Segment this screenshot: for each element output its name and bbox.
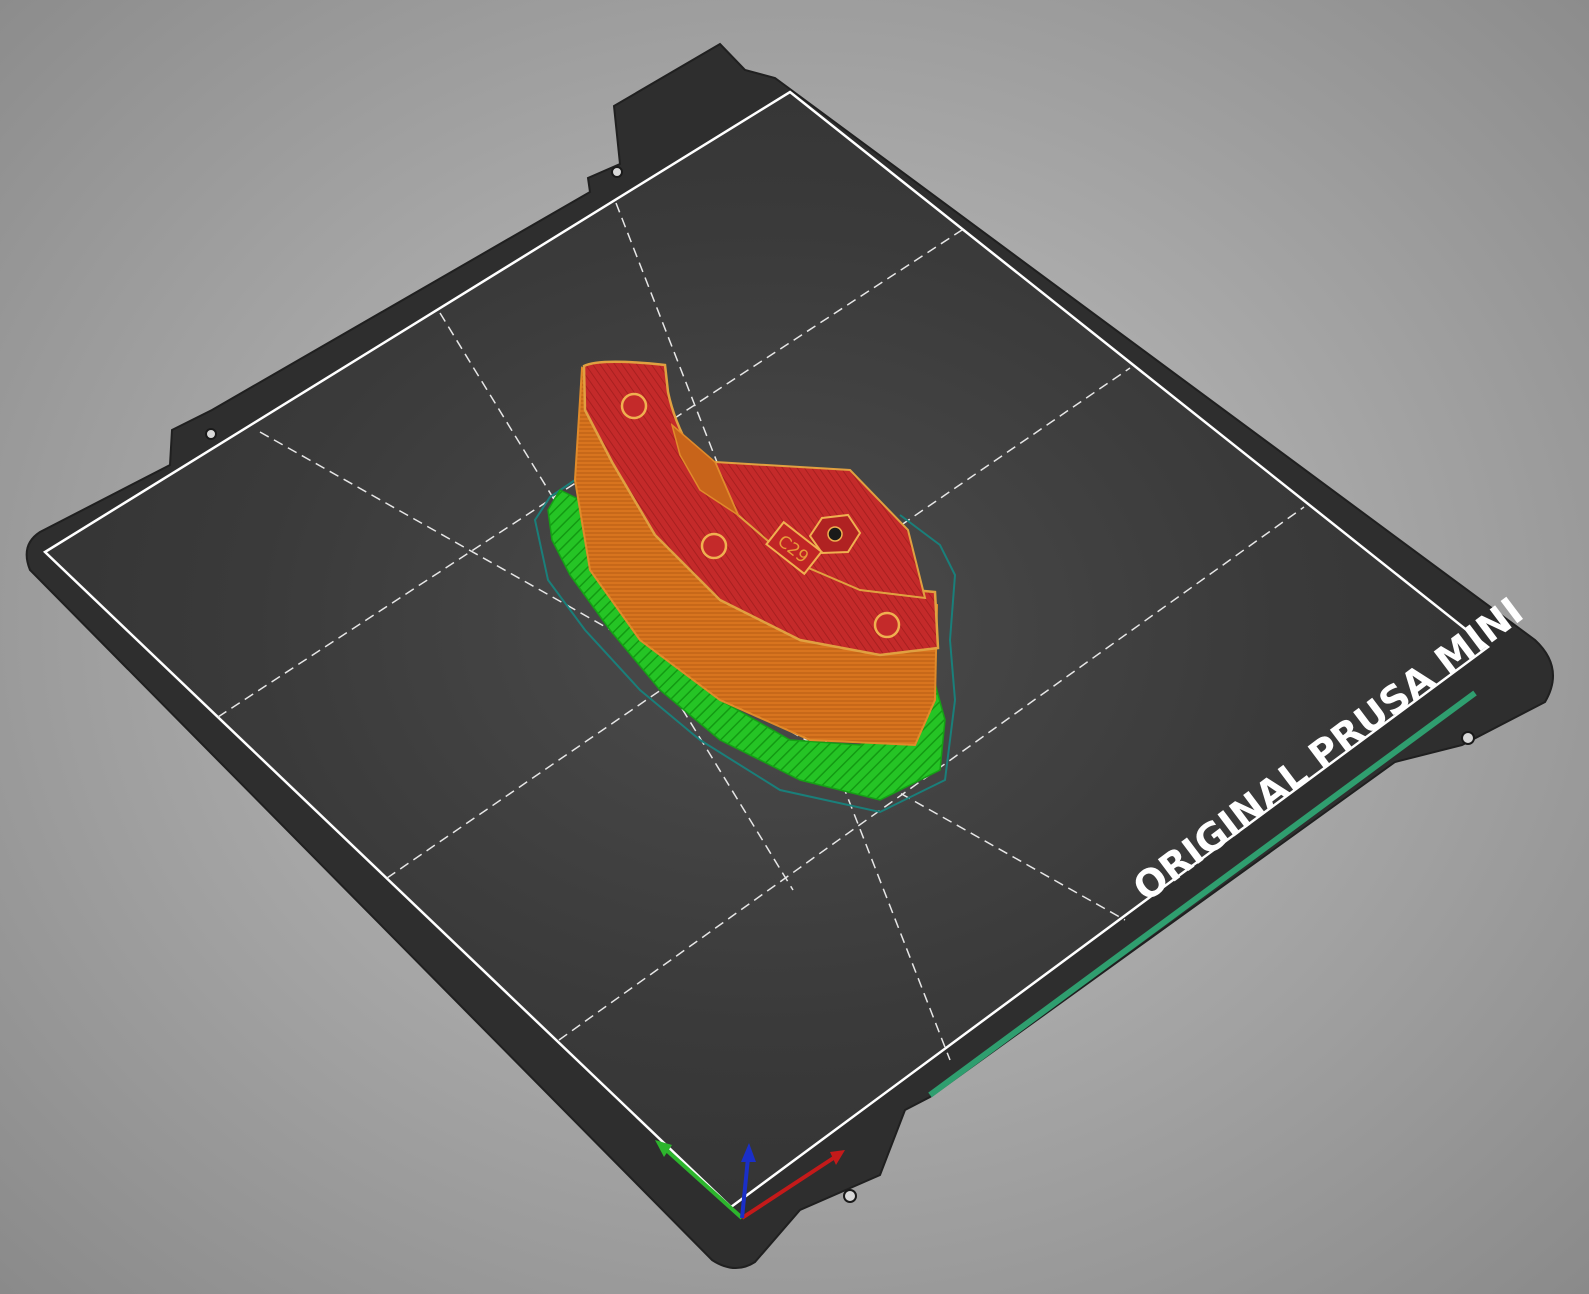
scene-canvas[interactable]: ORIGINAL PRUSA MINI C29 (0, 0, 1589, 1294)
3d-viewport[interactable]: ORIGINAL PRUSA MINI C29 (0, 0, 1589, 1294)
